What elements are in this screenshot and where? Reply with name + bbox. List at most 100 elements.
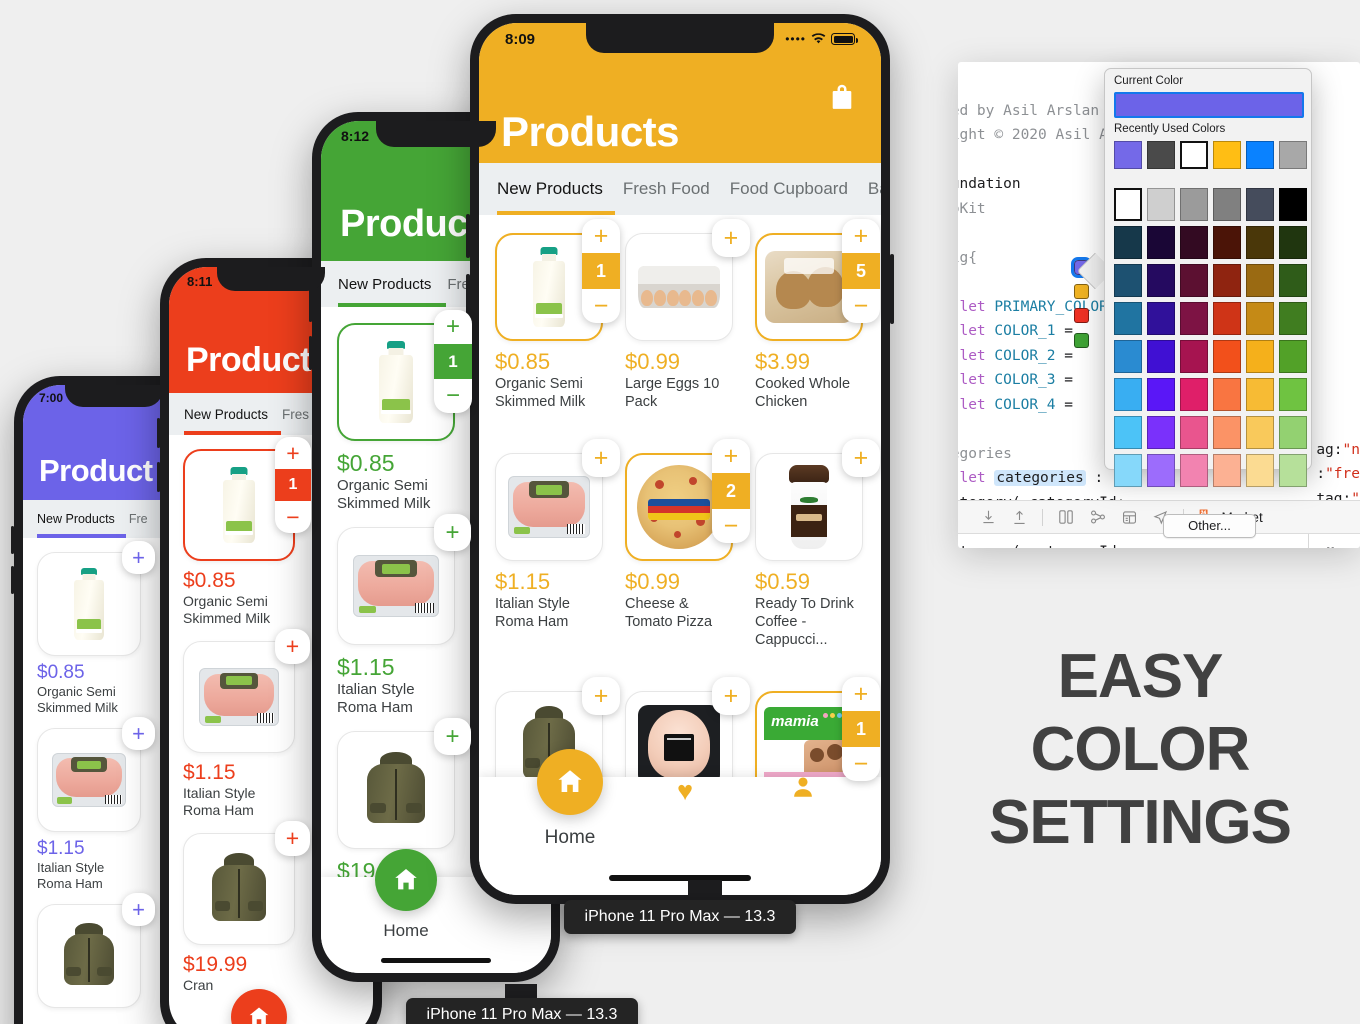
quantity-stepper-red-1[interactable]: + 1 − [275, 437, 311, 533]
volume-buttons-green-2[interactable] [309, 336, 312, 370]
palette-swatch-8-1[interactable] [1114, 454, 1142, 487]
version-editor-icon[interactable] [1089, 509, 1107, 525]
stepper-plus-3[interactable]: + [842, 219, 880, 253]
product-thumb-purple-1[interactable]: + [37, 541, 155, 656]
tab-food-cupboard[interactable]: Food Cupboard [730, 179, 848, 199]
quantity-stepper-5[interactable]: + 2 − [711, 439, 750, 543]
category-tabs-orange[interactable]: New Products Fresh Food Food Cupboard Ba… [479, 163, 881, 215]
add-button-green-3[interactable]: + [434, 718, 471, 755]
color-picker-popover[interactable]: Current Color Recently Used Colors Other… [1104, 68, 1312, 538]
tab-new-products[interactable]: New Products [497, 179, 603, 199]
volume-buttons-purple[interactable] [11, 526, 14, 554]
palette-swatch-4-6[interactable] [1279, 302, 1307, 335]
quantity-stepper-9[interactable]: + 1 − [841, 677, 880, 781]
palette-row-2[interactable] [1114, 226, 1307, 259]
product-card-5[interactable]: + 2 − $0.99 Cheese & Tomato Pizza [615, 439, 750, 683]
palette-row-4[interactable] [1114, 302, 1307, 335]
add-button-7[interactable]: + [582, 677, 620, 715]
palette-swatch-7-1[interactable] [1114, 416, 1142, 449]
recent-swatch-4[interactable] [1213, 141, 1241, 169]
palette-swatch-1-1[interactable] [1114, 188, 1142, 221]
color-palette-grid[interactable] [1114, 188, 1307, 487]
palette-row-1[interactable] [1114, 188, 1307, 221]
recent-swatch-6[interactable] [1279, 141, 1307, 169]
product-thumb-red-1[interactable]: + 1 − [183, 437, 311, 561]
palette-swatch-7-2[interactable] [1147, 416, 1175, 449]
add-button-4[interactable]: + [582, 439, 620, 477]
palette-swatch-2-2[interactable] [1147, 226, 1175, 259]
product-thumb-purple-2[interactable]: + [37, 717, 155, 832]
palette-row-5[interactable] [1114, 340, 1307, 373]
product-card-6[interactable]: + $0.59 Ready To Drink Coffee - Cappucci… [745, 439, 880, 683]
stepper-minus-5[interactable]: − [712, 509, 750, 543]
palette-swatch-5-4[interactable] [1213, 340, 1241, 373]
add-button-8[interactable]: + [711, 677, 750, 715]
palette-swatch-3-6[interactable] [1279, 264, 1307, 297]
palette-swatch-8-5[interactable] [1246, 454, 1274, 487]
product-thumb-5[interactable]: + 2 − [624, 439, 750, 561]
recent-swatch-1[interactable] [1114, 141, 1142, 169]
add-button-red-3[interactable]: + [275, 821, 310, 856]
palette-swatch-5-1[interactable] [1114, 340, 1142, 373]
palette-swatch-7-3[interactable] [1180, 416, 1208, 449]
quantity-stepper-1[interactable]: + 1 − [582, 219, 620, 323]
stepper-minus-green-1[interactable]: − [434, 379, 472, 413]
palette-swatch-1-5[interactable] [1246, 188, 1274, 221]
split-editor-icon[interactable] [1057, 509, 1075, 525]
palette-row-7[interactable] [1114, 416, 1307, 449]
palette-swatch-1-3[interactable] [1180, 188, 1208, 221]
tab-fresh-food-red[interactable]: Fres [282, 407, 309, 422]
stepper-plus-1[interactable]: + [582, 219, 620, 253]
add-button-green-2[interactable]: + [434, 514, 471, 551]
current-color-well[interactable] [1114, 92, 1304, 118]
palette-swatch-6-3[interactable] [1180, 378, 1208, 411]
volume-buttons-red[interactable] [157, 418, 160, 448]
palette-swatch-3-1[interactable] [1114, 264, 1142, 297]
add-button-red-2[interactable]: + [275, 629, 310, 664]
editor-bottom-toolbar[interactable]: 🏪 Market [958, 500, 1360, 534]
add-button-6[interactable]: + [841, 439, 880, 477]
cart-icon[interactable] [829, 83, 855, 116]
palette-swatch-8-6[interactable] [1279, 454, 1307, 487]
palette-swatch-2-5[interactable] [1246, 226, 1274, 259]
tab-bakery[interactable]: Bakery [868, 179, 881, 199]
palette-swatch-6-4[interactable] [1213, 378, 1241, 411]
tab-fresh-food[interactable]: Fresh Food [623, 179, 710, 199]
product-thumb-red-2[interactable]: + [183, 629, 310, 753]
add-button-purple-1[interactable]: + [122, 541, 155, 574]
stepper-minus-9[interactable]: − [842, 747, 880, 781]
palette-swatch-2-1[interactable] [1114, 226, 1142, 259]
palette-swatch-7-6[interactable] [1279, 416, 1307, 449]
palette-swatch-1-2[interactable] [1147, 188, 1175, 221]
palette-swatch-5-2[interactable] [1147, 340, 1175, 373]
palette-swatch-8-4[interactable] [1213, 454, 1241, 487]
palette-swatch-5-5[interactable] [1246, 340, 1274, 373]
product-thumb-6[interactable]: + [754, 439, 880, 561]
assistant-editor-icon[interactable] [1121, 509, 1138, 526]
product-card-3[interactable]: + 5 − $3.99 Cooked Whole Chicken [745, 219, 880, 445]
palette-swatch-4-4[interactable] [1213, 302, 1241, 335]
palette-swatch-6-6[interactable] [1279, 378, 1307, 411]
product-card-2[interactable]: + $0.99 Large Eggs 10 Pack [615, 219, 750, 445]
palette-row-3[interactable] [1114, 264, 1307, 297]
volume-buttons-orange-2[interactable] [466, 274, 470, 318]
color-well-color-4[interactable] [1074, 333, 1089, 348]
palette-swatch-7-5[interactable] [1246, 416, 1274, 449]
stepper-plus-red-1[interactable]: + [275, 437, 311, 469]
home-tab-button[interactable] [537, 749, 603, 815]
palette-swatch-6-1[interactable] [1114, 378, 1142, 411]
palette-swatch-6-5[interactable] [1246, 378, 1274, 411]
product-thumb-4[interactable]: + [495, 439, 620, 561]
power-button-orange[interactable] [890, 254, 894, 324]
palette-row-8[interactable] [1114, 454, 1307, 487]
product-card-1[interactable]: + 1 − $0.85 Organic Semi Skimmed Milk [485, 219, 620, 445]
palette-swatch-8-2[interactable] [1147, 454, 1175, 487]
palette-swatch-5-6[interactable] [1279, 340, 1307, 373]
palette-swatch-7-4[interactable] [1213, 416, 1241, 449]
palette-swatch-1-6[interactable] [1279, 188, 1307, 221]
tab-new-products-purple[interactable]: New Products [37, 512, 115, 526]
product-thumb-1[interactable]: + 1 − [495, 219, 620, 341]
palette-swatch-3-4[interactable] [1213, 264, 1241, 297]
other-color-button[interactable]: Other... [1163, 514, 1256, 538]
palette-swatch-3-2[interactable] [1147, 264, 1175, 297]
